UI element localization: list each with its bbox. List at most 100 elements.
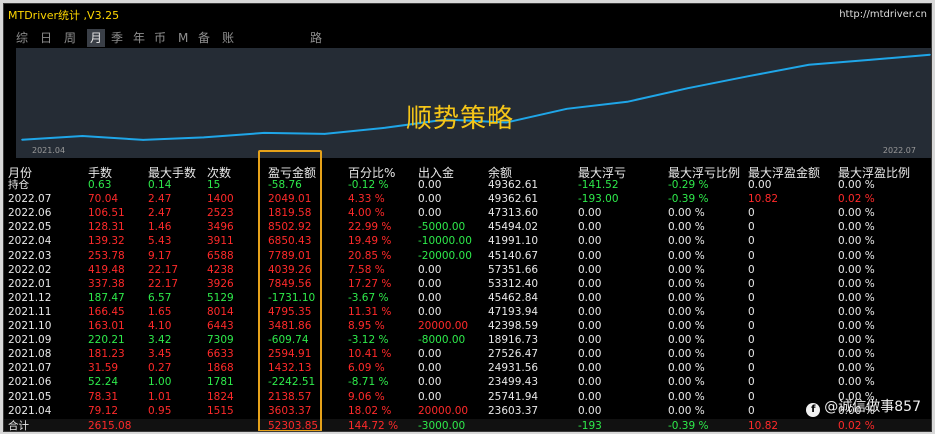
table-row[interactable]: 2022.03 253.78 9.17 6588 7789.01 20.85 % -2000…	[4, 249, 931, 263]
tab-quarter[interactable]: 季	[111, 29, 123, 47]
cell-deposit: 0.00	[418, 390, 442, 403]
cell-percent: -3.67 %	[348, 291, 389, 304]
cell-max-float-loss-pct: 0.00 %	[668, 376, 705, 389]
cell-max-lots: 1.01	[148, 390, 172, 403]
equity-point-2022.07	[929, 53, 931, 56]
cell-count: 3496	[207, 221, 234, 234]
cell-percent: -0.12 %	[348, 179, 389, 191]
total-row[interactable]: 合计 2615.08 52303.85 144.72 % -3000.00 -193 -0.…	[4, 418, 931, 432]
cell-max-float-loss-pct: 0.00 %	[668, 249, 705, 262]
table-row[interactable]: 2021.04 79.12 0.95 1515 3603.37 18.02 % 20000.…	[4, 404, 931, 418]
table-row[interactable]: 2022.02 419.48 22.17 4238 4039.26 7.58 % 0.00 5…	[4, 263, 931, 277]
cell-deposit: 0.00	[418, 348, 442, 361]
cell-pnl: -1731.10	[268, 291, 316, 304]
cell-count: 6588	[207, 249, 234, 262]
cell-lots: 78.31	[88, 390, 119, 403]
cell-max-float-profit: 0	[748, 376, 755, 389]
cell-balance: 47193.94	[488, 305, 539, 318]
cell-max-float-profit-pct: 0.00 %	[838, 207, 875, 220]
cell-max-lots: 0.95	[148, 404, 172, 417]
tab-day[interactable]: 日	[40, 29, 52, 47]
table-row[interactable]: 2021.12 187.47 6.57 5129 -1731.10 -3.67 % 0.00…	[4, 291, 931, 305]
cell-month: 合计	[8, 419, 29, 432]
cell-lots: 163.01	[88, 320, 125, 332]
tab-year[interactable]: 年	[133, 29, 145, 47]
cell-max-lots: 3.45	[148, 348, 172, 361]
website-link[interactable]: http://mtdriver.cn	[839, 9, 927, 20]
cell-max-float-profit-pct: 0.00 %	[838, 362, 875, 375]
cell-count: 3926	[207, 277, 234, 290]
cell-max-float-loss: 0.00	[578, 263, 602, 276]
cell-max-float-loss-pct: 0.00 %	[668, 390, 705, 403]
table-row[interactable]: 2021.06 52.24 1.00 1781 -2242.51 -8.71 % 0.00 2…	[4, 375, 931, 389]
cell-count: 6443	[207, 320, 234, 332]
cell-lots: 253.78	[88, 249, 125, 262]
equity-point-2021.08	[263, 132, 265, 134]
cell-max-float-loss: -193	[578, 419, 602, 432]
cell-max-float-profit: 0	[748, 362, 755, 375]
table-row[interactable]: 2021.11 166.45 1.65 8014 4795.35 11.31 % 0.00 4…	[4, 305, 931, 319]
equity-point-2021.07	[202, 136, 205, 139]
equity-point-2021.06	[142, 139, 144, 141]
cell-month: 持仓	[8, 179, 29, 191]
table-row[interactable]: 2021.08 181.23 3.45 6633 2594.91 10.41 % 0.00 2…	[4, 347, 931, 361]
tab-m[interactable]: M	[178, 29, 188, 47]
cell-max-float-profit-pct: 0.00 %	[838, 235, 875, 248]
cell-max-float-loss: 0.00	[578, 207, 602, 220]
table-row[interactable]: 2022.05 128.31 1.46 3496 8502.92 22.99 % -5000…	[4, 220, 931, 234]
cell-max-float-profit-pct: 0.02 %	[838, 193, 875, 206]
table-row[interactable]: 2021.09 220.21 3.42 7309 -609.74 -3.12 % -8000…	[4, 333, 931, 347]
cell-max-lots: 9.17	[148, 249, 172, 262]
cell-max-float-loss: 0.00	[578, 249, 602, 262]
cell-max-lots: 0.14	[148, 179, 172, 191]
cell-max-float-loss-pct: 0.00 %	[668, 207, 705, 220]
cell-max-float-loss-pct: 0.00 %	[668, 235, 705, 248]
cell-max-float-profit: 0	[748, 277, 755, 290]
cell-lots: 31.59	[88, 362, 119, 375]
cell-count: 1824	[207, 390, 234, 403]
table-row[interactable]: 2021.05 78.31 1.01 1824 2138.57 9.06 % 0.00 257…	[4, 390, 931, 404]
cell-month: 2022.06	[8, 207, 52, 220]
cell-balance: 47313.60	[488, 207, 539, 220]
cell-balance: 18916.73	[488, 334, 539, 347]
cell-max-float-profit-pct: 0.00 %	[838, 320, 875, 332]
tab-currency[interactable]: 币	[154, 29, 166, 47]
tab-month[interactable]: 月	[87, 29, 106, 47]
cell-count: 1515	[207, 404, 234, 417]
cell-max-float-profit-pct: 0.00 %	[838, 179, 875, 191]
cell-deposit: 0.00	[418, 362, 442, 375]
cell-percent: 144.72 %	[348, 419, 399, 432]
cell-balance: 53312.40	[488, 277, 539, 290]
cell-count: 7309	[207, 334, 234, 347]
table-row[interactable]: 持仓 0.63 0.14 15 -58.76 -0.12 % 0.00 49362.61 -14…	[4, 178, 931, 192]
equity-point-2022.02	[626, 101, 629, 103]
table-row[interactable]: 2022.01 337.38 22.17 3926 7849.56 17.27 % 0.00…	[4, 277, 931, 291]
cell-balance: 45140.67	[488, 249, 539, 262]
cell-lots: 70.04	[88, 193, 119, 206]
cell-max-float-profit: 0	[748, 263, 755, 276]
table-row[interactable]: 2021.10 163.01 4.10 6443 3481.86 8.95 % 20000.…	[4, 319, 931, 333]
cell-percent: 19.49 %	[348, 235, 392, 248]
table-row[interactable]: 2021.07 31.59 0.27 1868 1432.13 6.09 % 0.00 249…	[4, 361, 931, 375]
cell-count: 15	[207, 179, 221, 191]
table-row[interactable]: 2022.04 139.32 5.43 3911 6850.43 19.49 % -1000…	[4, 234, 931, 248]
cell-max-lots: 22.17	[148, 277, 179, 290]
cell-month: 2021.08	[8, 348, 52, 361]
table-row[interactable]: 2022.07 70.04 2.47 1400 2049.01 4.33 % 0.00 493…	[4, 192, 931, 206]
cell-max-float-profit: 0	[748, 320, 755, 332]
tab-overview[interactable]: 综	[16, 29, 28, 47]
cell-max-float-loss-pct: 0.00 %	[668, 334, 705, 347]
table-row[interactable]: 2022.06 106.51 2.47 2523 1819.58 4.00 % 0.00 47…	[4, 206, 931, 220]
tab-notes[interactable]: 备	[198, 29, 210, 47]
cell-percent: 4.00 %	[348, 207, 385, 220]
tab-week[interactable]: 周	[64, 29, 76, 47]
cell-max-float-profit: 0	[748, 221, 755, 234]
cell-pnl: 4795.35	[268, 305, 312, 318]
cell-lots: 166.45	[88, 305, 125, 318]
equity-chart: 顺势策略 2021.04 2022.07	[16, 48, 931, 158]
cell-lots: 79.12	[88, 404, 119, 417]
cell-pnl: -609.74	[268, 334, 309, 347]
cell-max-float-loss-pct: 0.00 %	[668, 362, 705, 375]
cell-max-lots: 5.43	[148, 235, 172, 248]
cell-max-lots: 2.47	[148, 193, 172, 206]
